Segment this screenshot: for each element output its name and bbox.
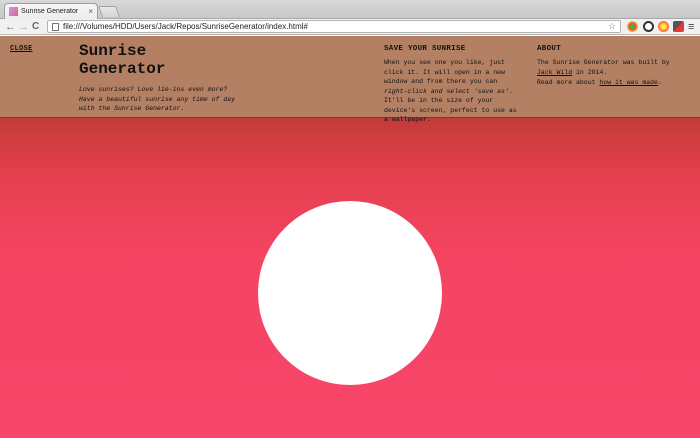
browser-tab[interactable]: Sunrise Generator ×: [4, 3, 98, 19]
bookmark-star-icon[interactable]: ☆: [608, 21, 616, 32]
read-more-part: Read more about: [537, 79, 600, 86]
reload-icon[interactable]: C: [32, 20, 39, 34]
about-text: The Sunrise Generator was built by Jack …: [537, 58, 687, 77]
page-icon: [52, 22, 59, 31]
back-arrow-icon[interactable]: ←: [5, 20, 16, 34]
save-heading: SAVE YOUR SUNRISE: [384, 45, 466, 53]
browser-tab-strip: Sunrise Generator ×: [0, 0, 700, 19]
close-link[interactable]: CLOSE: [10, 45, 33, 53]
page-title: Sunrise Generator: [79, 42, 166, 78]
extension-icon[interactable]: [627, 21, 638, 32]
menu-icon[interactable]: ≡: [688, 20, 694, 34]
about-heading: ABOUT: [537, 45, 562, 53]
extension-icon[interactable]: [658, 21, 669, 32]
address-bar[interactable]: file:///Volumes/HDD/Users/Jack/Repos/Sun…: [47, 20, 621, 33]
about-text-part: in 2014.: [572, 68, 608, 76]
extension-icon[interactable]: [643, 21, 654, 32]
browser-toolbar: ← → C file:///Volumes/HDD/Users/Jack/Rep…: [0, 19, 700, 35]
url-text[interactable]: file:///Volumes/HDD/Users/Jack/Repos/Sun…: [63, 22, 608, 31]
sun-circle[interactable]: [258, 201, 442, 385]
save-text-part: When you see one you like, just click it…: [384, 59, 505, 85]
how-it-was-made-link[interactable]: how it was made: [599, 79, 658, 86]
about-text-part: The Sunrise Generator was built by: [537, 59, 670, 66]
info-panel: CLOSE Sunrise Generator Love sunrises? L…: [0, 36, 700, 123]
tab-title: Sunrise Generator: [21, 8, 79, 15]
forward-arrow-icon[interactable]: →: [18, 20, 29, 34]
favicon-icon: [9, 7, 18, 16]
save-text: When you see one you like, just click it…: [384, 58, 524, 125]
tab-close-icon[interactable]: ×: [88, 7, 93, 16]
extension-icon[interactable]: [673, 21, 684, 32]
save-text-italic: right-click and select 'save as': [384, 87, 509, 95]
read-more-text: Read more about how it was made.: [537, 78, 687, 88]
tagline: Love sunrises? Love lie-ins even more? H…: [79, 86, 236, 112]
author-link[interactable]: Jack Wild: [537, 69, 572, 76]
new-tab-button[interactable]: [97, 6, 121, 17]
read-more-part: .: [657, 79, 662, 86]
page-viewport: CLOSE Sunrise Generator Love sunrises? L…: [0, 36, 700, 438]
